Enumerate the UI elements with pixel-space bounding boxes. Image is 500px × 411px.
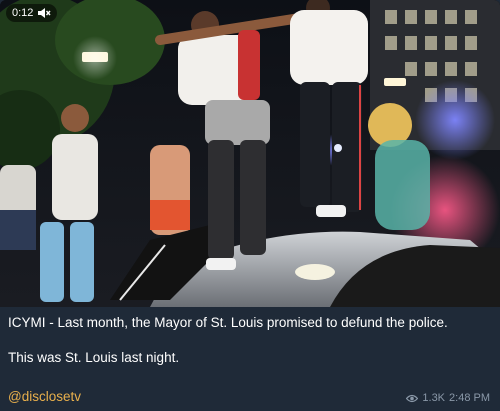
view-count: 1.3K xyxy=(422,392,446,404)
speaker-muted-icon[interactable] xyxy=(37,7,51,19)
eye-icon xyxy=(406,394,419,403)
video-thumbnail[interactable]: 0:12 xyxy=(0,0,500,307)
duration-text: 0:12 xyxy=(12,7,34,19)
video-duration-badge: 0:12 xyxy=(6,4,58,22)
caption-line-1: ICYMI - Last month, the Mayor of St. Lou… xyxy=(8,315,448,330)
channel-link[interactable]: @disclosetv xyxy=(8,389,81,405)
message-time: 2:48 PM xyxy=(449,392,490,404)
video-frame xyxy=(0,0,500,307)
message-text: ICYMI - Last month, the Mayor of St. Lou… xyxy=(8,314,496,367)
message-meta: 1.3K 2:48 PM xyxy=(406,392,490,405)
message-card: 0:12 ICYMI - Last month, the Mayor of St… xyxy=(0,0,500,411)
caption-line-2: This was St. Louis last night. xyxy=(8,350,180,365)
